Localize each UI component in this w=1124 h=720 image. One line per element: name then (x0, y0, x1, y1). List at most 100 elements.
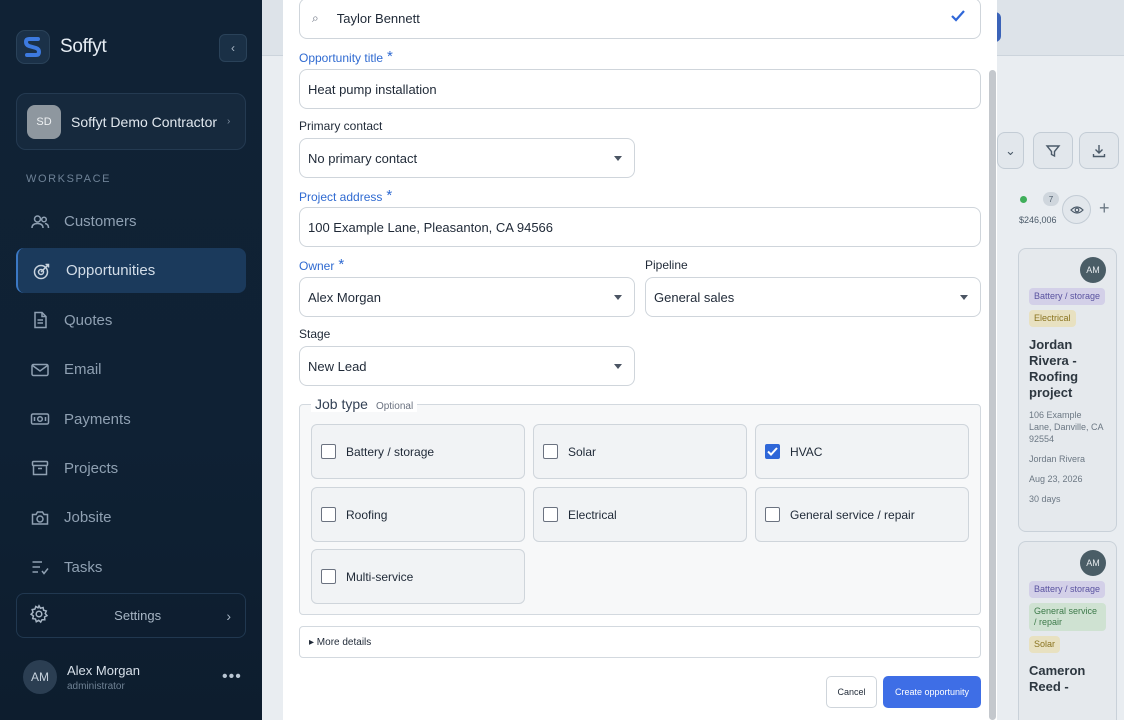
document-icon (29, 309, 51, 331)
status-dot (1020, 196, 1027, 203)
user-profile[interactable]: AM Alex Morgan administrator (23, 660, 140, 694)
caret-down-icon (614, 156, 622, 161)
checklist-icon (29, 556, 51, 578)
more-details-toggle[interactable]: ▸ More details (299, 626, 981, 658)
caret-down-icon (614, 364, 622, 369)
sidebar-item-jobsite[interactable]: Jobsite (16, 495, 246, 540)
camera-icon (29, 507, 51, 529)
owner-label: Owner * (299, 256, 345, 273)
column-count-badge: 7 (1043, 192, 1059, 206)
avatar: AM (1080, 550, 1106, 576)
search-icon: ⌕ (312, 11, 319, 25)
caret-down-icon (960, 295, 968, 300)
customer-value: Taylor Bennett (336, 11, 420, 26)
sidebar-item-label: Quotes (64, 311, 113, 329)
sidebar-item-label: Projects (64, 459, 119, 477)
checkbox[interactable] (321, 569, 336, 584)
chevron-left-icon: ‹ (231, 41, 235, 55)
tag: Battery / storage (1029, 581, 1106, 598)
org-avatar: SD (27, 104, 61, 139)
job-type-option-electrical[interactable]: Electrical (533, 487, 747, 542)
tag: Battery / storage (1029, 288, 1106, 305)
chevron-down-icon: ⌄ (997, 132, 1024, 169)
tag: General service / repair (1029, 603, 1106, 631)
opportunity-title-input[interactable] (299, 69, 981, 109)
customer-search-field[interactable]: ⌕ Taylor Bennett (299, 0, 981, 39)
primary-contact-select[interactable]: No primary contact (299, 138, 635, 178)
option-label: Multi-service (346, 569, 414, 584)
option-label: Electrical (568, 507, 617, 522)
target-icon (31, 260, 53, 282)
checkbox-checked[interactable] (765, 444, 780, 459)
sidebar-item-label: Tasks (64, 558, 103, 576)
owner-select[interactable]: Alex Morgan (299, 277, 635, 317)
column-total: $246,006 (1019, 215, 1057, 225)
chevron-right-icon: › (226, 607, 231, 624)
checkbox[interactable] (543, 444, 558, 459)
opportunity-card: AM Battery / storage General service / r… (1018, 541, 1117, 720)
sidebar-item-label: Payments (64, 410, 131, 428)
sidebar-item-label: Opportunities (66, 262, 156, 280)
pipeline-select[interactable]: General sales (645, 277, 981, 317)
create-opportunity-button[interactable]: Create opportunity (883, 676, 981, 708)
sidebar-item-quotes[interactable]: Quotes (16, 298, 246, 343)
download-icon (1079, 132, 1119, 169)
sidebar-item-customers[interactable]: Customers (16, 199, 246, 244)
settings-label: Settings (114, 608, 162, 623)
job-type-option-hvac[interactable]: HVAC (755, 424, 969, 479)
more-options-icon[interactable]: ••• (222, 668, 242, 686)
brand[interactable]: Soffyt (16, 30, 107, 64)
card-date: Aug 23, 2026 (1029, 474, 1083, 484)
user-name: Alex Morgan (67, 662, 140, 678)
job-type-option-roofing[interactable]: Roofing (311, 487, 525, 542)
sidebar-item-email[interactable]: Email (16, 347, 246, 392)
owner-value: Alex Morgan (308, 289, 381, 305)
users-icon (29, 211, 51, 233)
card-title: Jordan Rivera - Roofing project (1029, 337, 1079, 400)
job-type-option-battery[interactable]: Battery / storage (311, 424, 525, 479)
sidebar-item-payments[interactable]: Payments (16, 397, 246, 442)
gear-icon (29, 604, 49, 627)
stage-select[interactable]: New Lead (299, 346, 635, 386)
brand-name: Soffyt (60, 36, 107, 57)
sidebar-item-label: Email (64, 361, 102, 379)
org-switcher[interactable]: SD Soffyt Demo Contractor › (16, 93, 246, 150)
option-label: Solar (568, 444, 597, 459)
stage-label: Stage (299, 327, 331, 341)
box-icon (29, 457, 51, 479)
settings-button[interactable]: Settings › (16, 593, 246, 638)
job-type-option-multi-service[interactable]: Multi-service (311, 549, 525, 604)
sidebar-item-projects[interactable]: Projects (16, 446, 246, 491)
collapse-sidebar-button[interactable]: ‹ (219, 34, 247, 62)
scrollbar[interactable] (989, 70, 996, 720)
avatar: AM (1080, 257, 1106, 283)
sidebar-nav: Customers Opportunities Quotes Email Pay… (16, 199, 246, 594)
caret-down-icon (614, 295, 622, 300)
cancel-button[interactable]: Cancel (826, 676, 877, 708)
checkbox[interactable] (543, 507, 558, 522)
job-type-option-solar[interactable]: Solar (533, 424, 747, 479)
plus-icon: + (1099, 198, 1110, 218)
checkbox[interactable] (765, 507, 780, 522)
checkbox[interactable] (321, 444, 336, 459)
sidebar: Soffyt ‹ SD Soffyt Demo Contractor › WOR… (0, 0, 262, 720)
project-address-label: Project address * (299, 187, 393, 204)
job-type-optional: Optional (375, 401, 414, 412)
chevron-right-icon: › (227, 116, 231, 127)
checkmark-icon (950, 9, 966, 26)
org-name: Soffyt Demo Contractor (71, 113, 218, 130)
filter-icon (1033, 132, 1073, 169)
project-address-input[interactable] (299, 207, 981, 247)
sidebar-item-opportunities[interactable]: Opportunities (16, 248, 246, 294)
eye-icon (1062, 195, 1091, 224)
opportunity-card: AM Battery / storage Electrical Jordan R… (1018, 248, 1117, 532)
option-label: Battery / storage (346, 444, 435, 459)
mail-icon (29, 359, 51, 381)
sidebar-item-label: Customers (64, 213, 137, 230)
checkbox[interactable] (321, 507, 336, 522)
soffyt-logo-icon (16, 30, 50, 64)
job-type-option-general-service[interactable]: General service / repair (755, 487, 969, 542)
pipeline-value: General sales (654, 289, 735, 305)
tag: Solar (1029, 636, 1061, 653)
sidebar-item-tasks[interactable]: Tasks (16, 545, 246, 590)
